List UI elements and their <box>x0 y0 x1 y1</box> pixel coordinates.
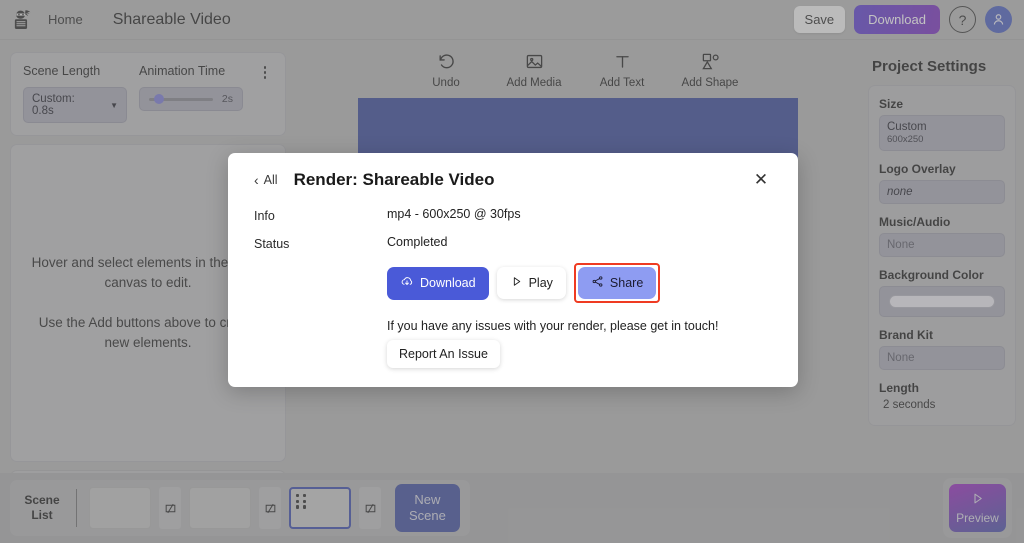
issue-help-text: If you have any issues with your render,… <box>387 319 719 333</box>
report-issue-button[interactable]: Report An Issue <box>387 340 500 368</box>
app-root: Home Shareable Video Save Download ? Sce… <box>0 0 1024 543</box>
dialog-play-button[interactable]: Play <box>496 267 566 299</box>
dialog-header: ‹ All Render: Shareable Video ✕ <box>254 153 772 207</box>
play-triangle-icon <box>510 275 523 291</box>
share-button-highlight: Share <box>573 263 661 303</box>
dialog-title: Render: Shareable Video <box>293 170 495 189</box>
status-value: Completed <box>387 235 448 249</box>
dialog-share-button[interactable]: Share <box>577 267 657 299</box>
back-label: All <box>263 173 278 187</box>
info-value: mp4 - 600x250 @ 30fps <box>387 207 521 221</box>
dialog-play-label: Play <box>528 276 553 290</box>
close-x-icon[interactable]: ✕ <box>750 169 772 191</box>
dialog-download-label: Download <box>420 276 476 290</box>
info-label: Info <box>254 209 275 223</box>
dialog-actions: Download Play Share <box>387 263 772 303</box>
dialog-share-label: Share <box>609 276 644 290</box>
status-row: Status Completed <box>254 235 772 251</box>
chevron-left-icon: ‹ <box>254 172 259 188</box>
back-to-all-button[interactable]: ‹ All <box>254 173 278 187</box>
dialog-download-button[interactable]: Download <box>387 266 489 300</box>
share-nodes-icon <box>591 275 604 291</box>
info-row: Info mp4 - 600x250 @ 30fps <box>254 207 772 223</box>
cloud-download-icon <box>400 275 414 292</box>
status-label: Status <box>254 237 290 251</box>
render-dialog: ‹ All Render: Shareable Video ✕ Info mp4… <box>228 153 798 387</box>
